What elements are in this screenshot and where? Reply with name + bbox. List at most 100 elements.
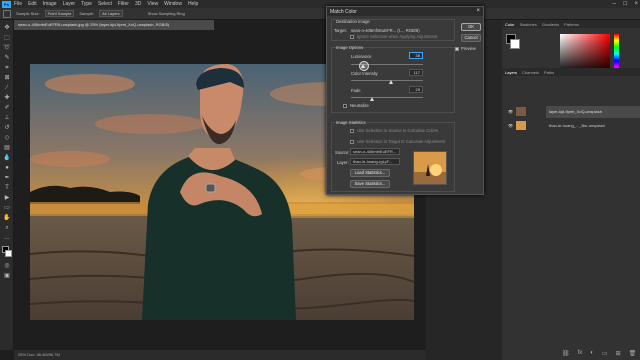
path-selection-tool-icon[interactable]: ▶ xyxy=(3,194,11,202)
menu-layer[interactable]: Layer xyxy=(63,1,76,7)
eyedropper-icon[interactable] xyxy=(3,9,11,18)
use-selection-source-label: Use Selection in Source to Calculate Col… xyxy=(357,128,439,133)
layers-footer: ⛓ fx ◐ ▭ ⊞ 🗑 xyxy=(562,350,636,357)
type-tool-icon[interactable]: T xyxy=(3,184,11,192)
dialog-title-bar[interactable]: Match Color × xyxy=(327,7,483,16)
preview-checkbox[interactable] xyxy=(455,47,459,51)
load-statistics-button[interactable]: Load Statistics... xyxy=(350,169,390,177)
folder-icon[interactable]: ▭ xyxy=(602,350,608,357)
layer-select[interactable]: thao-le-hoang-rgLyF... xyxy=(350,158,400,165)
background-color-swatch[interactable] xyxy=(5,250,12,257)
zoom-tool-icon[interactable]: ⌕ xyxy=(3,224,11,232)
minimize-icon[interactable]: – xyxy=(613,1,616,7)
color-intensity-input[interactable]: 117 xyxy=(409,69,423,76)
image-options-heading: Image Options xyxy=(336,45,364,50)
menu-select[interactable]: Select xyxy=(98,1,112,7)
ok-button[interactable]: OK xyxy=(461,23,481,31)
clone-stamp-tool-icon[interactable]: ⊥ xyxy=(3,114,11,122)
menu-3d[interactable]: 3D xyxy=(135,1,141,7)
source-select[interactable]: sean-o-406mfnEuEFR... xyxy=(350,148,400,155)
marquee-tool-icon[interactable]: ⬚ xyxy=(3,34,11,42)
menu-help[interactable]: Help xyxy=(188,1,198,7)
color-intensity-slider[interactable] xyxy=(351,80,423,81)
luminance-input[interactable]: 38 xyxy=(409,52,423,59)
menu-window[interactable]: Window xyxy=(164,1,182,7)
fade-slider[interactable] xyxy=(351,97,423,98)
use-selection-source-checkbox[interactable] xyxy=(350,129,354,133)
gradient-tool-icon[interactable]: ▤ xyxy=(3,144,11,152)
cursor-icon xyxy=(359,61,369,71)
tab-paths[interactable]: Paths xyxy=(544,70,554,75)
crop-tool-icon[interactable]: ⌗ xyxy=(3,64,11,72)
menu-bar: Ps File Edit Image Layer Type Select Fil… xyxy=(0,0,640,8)
layer-name: thao-le-hoang_..._Bsr-unsplash xyxy=(549,123,605,128)
fade-input[interactable]: 29 xyxy=(409,86,423,93)
menu-edit[interactable]: Edit xyxy=(28,1,37,7)
dodge-tool-icon[interactable]: ● xyxy=(3,164,11,172)
brush-tool-icon[interactable]: ✐ xyxy=(3,104,11,112)
layers-panel-tabs: Layers Channels Paths xyxy=(502,68,640,76)
show-sampling-ring-checkbox[interactable]: Show Sampling Ring xyxy=(148,11,185,16)
link-icon[interactable]: ⛓ xyxy=(562,350,570,357)
layer-thumbnail xyxy=(516,121,526,130)
photoshop-logo-icon: Ps xyxy=(2,0,11,8)
maximize-icon[interactable]: ☐ xyxy=(623,1,627,7)
ignore-selection-checkbox[interactable] xyxy=(350,35,354,39)
tab-patterns[interactable]: Patterns xyxy=(564,22,579,27)
sample-select[interactable]: All Layers xyxy=(99,10,123,17)
preview-label: Preview xyxy=(461,46,476,51)
quick-mask-icon[interactable]: ◎ xyxy=(3,262,11,270)
menu-image[interactable]: Image xyxy=(43,1,57,7)
mask-icon[interactable]: ◐ xyxy=(590,350,594,357)
rectangle-tool-icon[interactable]: ▭ xyxy=(3,204,11,212)
menu-view[interactable]: View xyxy=(147,1,158,7)
layer-row-1[interactable]: 👁 layer-kjd-9pmt_XoQ-unsplash xyxy=(508,106,640,118)
blur-tool-icon[interactable]: 💧 xyxy=(3,154,11,162)
hand-tool-icon[interactable]: ✋ xyxy=(3,214,11,222)
use-selection-target-checkbox[interactable] xyxy=(350,140,354,144)
tab-channels[interactable]: Channels xyxy=(522,70,539,75)
tab-swatches[interactable]: Swatches xyxy=(520,22,537,27)
fade-label: Fade xyxy=(351,88,361,93)
eye-icon[interactable]: 👁 xyxy=(508,123,513,128)
color-panel-tabs: Color Swatches Gradients Patterns xyxy=(502,20,640,28)
menu-type[interactable]: Type xyxy=(81,1,92,7)
menu-file[interactable]: File xyxy=(14,1,22,7)
more-tools-icon[interactable]: … xyxy=(3,234,11,242)
healing-brush-tool-icon[interactable]: ✚ xyxy=(3,94,11,102)
neutralize-checkbox[interactable] xyxy=(343,104,347,108)
target-label: Target: xyxy=(334,28,347,33)
move-tool-icon[interactable]: ✥ xyxy=(3,24,11,32)
fx-icon[interactable]: fx xyxy=(578,350,583,357)
trash-icon[interactable]: 🗑 xyxy=(629,350,637,357)
background-swatch[interactable] xyxy=(510,39,520,49)
layer-thumbnail xyxy=(516,107,526,116)
color-intensity-slider-thumb[interactable] xyxy=(389,80,393,84)
history-brush-tool-icon[interactable]: ↺ xyxy=(3,124,11,132)
menu-filter[interactable]: Filter xyxy=(118,1,129,7)
document-tab[interactable]: sean-o-406mfnEuEFR8-unsplash.jpg @ 25% (… xyxy=(14,20,214,30)
eye-icon[interactable]: 👁 xyxy=(508,109,513,114)
close-icon[interactable]: × xyxy=(476,8,480,14)
layer-row-2[interactable]: 👁 thao-le-hoang_..._Bsr-unsplash xyxy=(508,120,640,132)
quick-select-tool-icon[interactable]: ✎ xyxy=(3,54,11,62)
save-statistics-button[interactable]: Save Statistics... xyxy=(350,180,390,188)
close-icon[interactable]: × xyxy=(634,1,638,7)
eyedropper-tool-icon[interactable]: ⁄ xyxy=(3,84,11,92)
neutralize-label: Neutralize xyxy=(350,103,369,108)
sample-size-select[interactable]: Point Sample xyxy=(44,10,75,17)
pen-tool-icon[interactable]: ✒ xyxy=(3,174,11,182)
cancel-button[interactable]: Cancel xyxy=(461,34,481,42)
luminance-label: Luminance xyxy=(351,54,372,59)
window-controls: – ☐ × xyxy=(613,0,638,8)
tab-color[interactable]: Color xyxy=(505,22,515,27)
lasso-tool-icon[interactable]: ➰ xyxy=(3,44,11,52)
frame-tool-icon[interactable]: ⊠ xyxy=(3,74,11,82)
fade-slider-thumb[interactable] xyxy=(370,97,374,101)
eraser-tool-icon[interactable]: ◇ xyxy=(3,134,11,142)
tab-gradients[interactable]: Gradients xyxy=(542,22,559,27)
tab-layers[interactable]: Layers xyxy=(505,70,517,75)
dialog-title: Match Color xyxy=(330,9,357,15)
screen-mode-icon[interactable]: ▣ xyxy=(3,272,11,280)
new-layer-icon[interactable]: ⊞ xyxy=(616,350,621,357)
